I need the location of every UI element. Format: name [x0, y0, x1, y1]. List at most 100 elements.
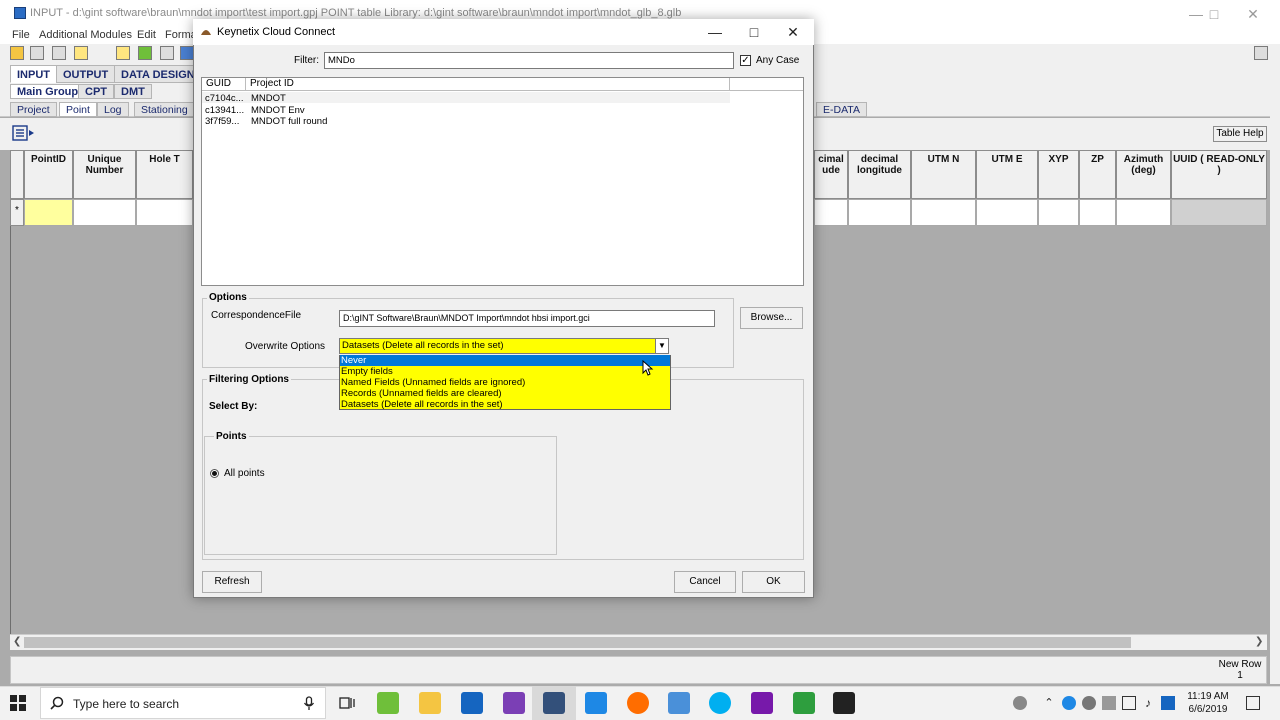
volume-icon[interactable]: ♪ — [1141, 696, 1155, 710]
windows-start-icon[interactable] — [10, 695, 26, 711]
col-header-hole-type[interactable]: Hole T — [136, 150, 193, 199]
scroll-left-icon[interactable]: ❮ — [13, 636, 21, 647]
overwrite-option-never[interactable]: Never — [340, 355, 670, 366]
tab-point[interactable]: Point — [59, 102, 97, 117]
correspondence-file-input[interactable]: D:\gINT Software\Braun\MNDOT Import\mndo… — [339, 310, 715, 327]
col-header-zp[interactable]: ZP — [1079, 150, 1116, 199]
tab-main-group[interactable]: Main Group — [10, 84, 86, 99]
col-header-decimal-longitude[interactable]: decimal longitude — [848, 150, 911, 199]
refresh-button[interactable]: Refresh — [202, 571, 262, 593]
people-icon[interactable] — [1013, 696, 1027, 710]
microphone-icon[interactable] — [303, 696, 315, 714]
table-help-button[interactable]: Table Help — [1213, 126, 1267, 142]
scroll-right-icon[interactable]: ❯ — [1255, 636, 1263, 647]
print-icon[interactable] — [160, 46, 174, 60]
dialog-maximize-icon[interactable]: □ — [736, 23, 772, 41]
excel-icon[interactable] — [793, 692, 815, 714]
app-maximize-icon[interactable]: □ — [1197, 4, 1231, 24]
col-header-azimuth[interactable]: Azimuth (deg) — [1116, 150, 1171, 199]
tab-input[interactable]: INPUT — [10, 65, 57, 83]
cell-unique-number[interactable] — [73, 199, 136, 226]
globe-icon[interactable] — [180, 46, 194, 60]
tab-e-data[interactable]: E-DATA — [816, 102, 867, 117]
list-header-guid[interactable]: GUID — [202, 78, 246, 91]
list-row-project-1[interactable]: MNDOT — [251, 93, 286, 104]
list-row-guid-1[interactable]: c7104c... — [205, 93, 244, 104]
overwrite-option-datasets[interactable]: Datasets (Delete all records in the set) — [340, 399, 670, 410]
vscode-icon[interactable] — [585, 692, 607, 714]
app-close-icon[interactable]: ✕ — [1236, 4, 1270, 24]
grid-menu-icon[interactable] — [12, 124, 36, 144]
dialog-minimize-icon[interactable]: — — [697, 23, 733, 41]
menu-additional-modules[interactable]: Additional Modules — [39, 29, 132, 41]
cell-decimal-longitude[interactable] — [848, 199, 911, 226]
view-icon[interactable] — [138, 46, 152, 60]
scrollbar-thumb[interactable] — [24, 637, 1131, 648]
cell-zp[interactable] — [1079, 199, 1116, 226]
col-header-utm-n[interactable]: UTM N — [911, 150, 976, 199]
cell-utm-e[interactable] — [976, 199, 1038, 226]
tab-data-design[interactable]: DATA DESIGN — [114, 65, 202, 83]
gint-active-icon[interactable] — [543, 692, 565, 714]
cell-xyp[interactable] — [1038, 199, 1079, 226]
col-header-uuid[interactable]: UUID ( READ-ONLY ) — [1171, 150, 1267, 199]
new-row-button[interactable]: New Row 1 — [1216, 657, 1264, 683]
list-row-project-3[interactable]: MNDOT full round — [251, 116, 327, 127]
cell-pointid[interactable] — [24, 199, 73, 226]
tab-log[interactable]: Log — [97, 102, 129, 117]
taskbar-clock[interactable]: 11:19 AM 6/6/2019 — [1182, 690, 1234, 716]
visual-studio-icon[interactable] — [503, 692, 525, 714]
onedrive-icon[interactable] — [1062, 696, 1076, 710]
col-header-decimal-latitude[interactable]: cimal ude — [814, 150, 848, 199]
clipboard-icon[interactable] — [1254, 46, 1268, 60]
tab-cpt[interactable]: CPT — [78, 84, 114, 99]
dialog-close-icon[interactable]: ✕ — [775, 23, 811, 41]
cancel-button[interactable]: Cancel — [674, 571, 736, 593]
firefox-icon[interactable] — [627, 692, 649, 714]
cloud-icon[interactable] — [1082, 696, 1096, 710]
tab-output[interactable]: OUTPUT — [56, 65, 116, 83]
list-row-project-2[interactable]: MNDOT Env — [251, 105, 305, 116]
menu-format[interactable]: Forma — [165, 29, 197, 41]
show-hidden-icons-icon[interactable]: ⌃ — [1042, 696, 1056, 710]
save-icon[interactable] — [52, 46, 66, 60]
find-icon[interactable] — [30, 46, 44, 60]
overwrite-option-records[interactable]: Records (Unnamed fields are cleared) — [340, 388, 670, 399]
list-header-project-id[interactable]: Project ID — [246, 78, 730, 91]
filter-input[interactable]: MNDo — [324, 52, 734, 69]
ok-button[interactable]: OK — [742, 571, 805, 593]
terminal-icon[interactable] — [833, 692, 855, 714]
display-icon[interactable] — [668, 692, 690, 714]
tab-stationing[interactable]: Stationing — [134, 102, 195, 117]
list-row-guid-2[interactable]: c13941... — [205, 105, 244, 116]
col-header-xyp[interactable]: XYP — [1038, 150, 1079, 199]
file-explorer-icon[interactable] — [419, 692, 441, 714]
cell-utm-n[interactable] — [911, 199, 976, 226]
overwrite-option-empty-fields[interactable]: Empty fields — [340, 366, 670, 377]
menu-file[interactable]: File — [12, 29, 30, 41]
col-header-utm-e[interactable]: UTM E — [976, 150, 1038, 199]
battery-icon[interactable] — [1102, 696, 1116, 710]
tab-dmt[interactable]: DMT — [114, 84, 152, 99]
outlook-icon[interactable] — [461, 692, 483, 714]
list-row-guid-3[interactable]: 3f7f59... — [205, 116, 239, 127]
onenote-icon[interactable] — [751, 692, 773, 714]
overwrite-option-named-fields[interactable]: Named Fields (Unnamed fields are ignored… — [340, 377, 670, 388]
task-view-icon[interactable] — [339, 696, 355, 713]
cell-azimuth[interactable] — [1116, 199, 1171, 226]
network-icon[interactable] — [1122, 696, 1136, 710]
col-header-unique-number[interactable]: Unique Number — [73, 150, 136, 199]
skype-icon[interactable] — [709, 692, 731, 714]
open-folder-icon[interactable] — [10, 46, 24, 60]
browse-button[interactable]: Browse... — [740, 307, 803, 329]
calc-icon[interactable] — [74, 46, 88, 60]
cell-hole-type[interactable] — [136, 199, 193, 226]
notifications-icon[interactable] — [1246, 696, 1260, 710]
overwrite-options-select[interactable]: Datasets (Delete all records in the set) — [339, 338, 669, 354]
tab-project[interactable]: Project — [10, 102, 57, 117]
menu-edit[interactable]: Edit — [137, 29, 156, 41]
gint-app-icon[interactable] — [377, 692, 399, 714]
any-case-checkbox[interactable]: ✓ — [740, 55, 751, 66]
cell-decimal-latitude[interactable] — [814, 199, 848, 226]
edit-icon[interactable] — [116, 46, 130, 60]
